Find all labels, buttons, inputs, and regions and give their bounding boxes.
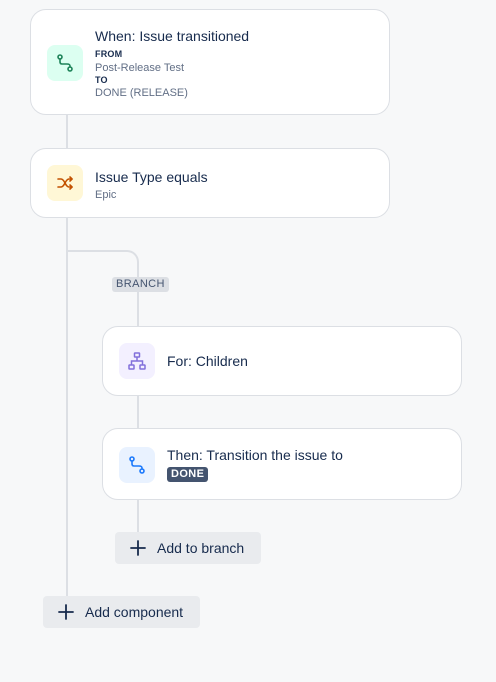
branch-label: BRANCH: [112, 277, 169, 292]
action-title: Then: Transition the issue to: [167, 447, 343, 463]
branch-card[interactable]: For: Children: [102, 326, 462, 396]
connector-main-line: [66, 114, 68, 149]
add-component-label: Add component: [85, 604, 184, 620]
add-component-button[interactable]: Add component: [43, 596, 200, 628]
action-card[interactable]: Then: Transition the issue to DONE: [102, 428, 462, 500]
branch-line: [137, 499, 139, 533]
transition-icon: [119, 447, 155, 483]
plus-icon: [129, 539, 147, 557]
trigger-title: When: Issue transitioned: [95, 28, 250, 44]
to-value: DONE (RELEASE): [95, 87, 188, 99]
status-lozenge: DONE: [167, 467, 209, 482]
condition-card[interactable]: Issue Type equals Epic: [30, 148, 390, 218]
branch-line: [137, 292, 139, 327]
plus-icon: [57, 603, 75, 621]
trigger-card[interactable]: When: Issue transitioned FROM Post-Relea…: [30, 9, 390, 115]
condition-value: Epic: [95, 189, 117, 201]
add-to-branch-label: Add to branch: [157, 540, 245, 556]
condition-title: Issue Type equals: [95, 169, 208, 185]
from-label: FROM: [95, 49, 123, 59]
transition-icon: [47, 45, 83, 81]
from-value: Post-Release Test: [95, 62, 185, 74]
shuffle-icon: [47, 165, 83, 201]
to-label: TO: [95, 75, 108, 85]
branch-line: [137, 395, 139, 429]
branch-connector: [66, 250, 139, 280]
branch-title: For: Children: [167, 353, 248, 369]
add-to-branch-button[interactable]: Add to branch: [115, 532, 261, 564]
hierarchy-icon: [119, 343, 155, 379]
